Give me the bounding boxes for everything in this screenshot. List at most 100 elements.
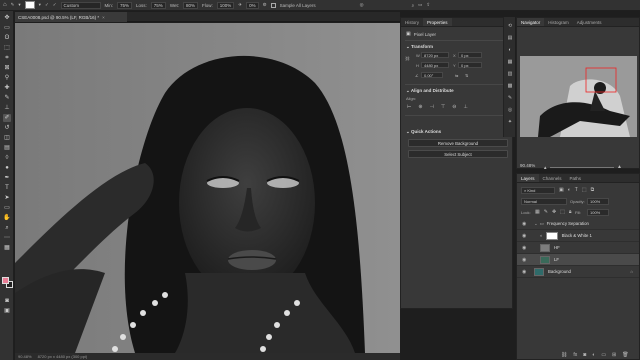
delete-layer-icon[interactable]: 🗑︎ bbox=[622, 352, 628, 358]
history-panel-icon[interactable]: ⟲ bbox=[507, 23, 513, 29]
search-icon[interactable]: ⌕ bbox=[412, 3, 415, 8]
navigator-thumbnail[interactable] bbox=[520, 56, 637, 137]
airbrush-icon[interactable]: ✈ bbox=[238, 2, 242, 8]
visibility-eye-icon[interactable]: ◉ bbox=[522, 257, 528, 263]
layer-row[interactable]: ◉ ◐ Black & White 1 bbox=[517, 230, 639, 242]
zoom-slider[interactable] bbox=[550, 167, 614, 168]
eraser-tool-icon[interactable]: ◫ bbox=[3, 134, 11, 142]
stamp-tool-icon[interactable]: ⊥ bbox=[3, 104, 11, 112]
gradients-panel-icon[interactable]: ▥ bbox=[507, 71, 513, 77]
document-canvas[interactable] bbox=[15, 23, 400, 353]
visibility-eye-icon[interactable]: ◉ bbox=[522, 269, 528, 275]
brush-settings-icon[interactable]: ▾ bbox=[18, 2, 20, 8]
edit-toolbar-icon[interactable]: ▦ bbox=[3, 244, 11, 252]
load-brush-icon[interactable]: ✓ bbox=[45, 2, 49, 8]
filter-adjustment-icon[interactable]: ◐ bbox=[568, 187, 571, 193]
opacity-field[interactable]: 100% bbox=[587, 198, 609, 205]
loss-field[interactable]: 75% bbox=[150, 1, 166, 9]
link-layers-icon[interactable]: ⛓ bbox=[561, 352, 567, 358]
frame-tool-icon[interactable]: ⊠ bbox=[3, 64, 11, 72]
smoothing-field[interactable]: 0% bbox=[246, 1, 259, 9]
layer-style-icon[interactable]: fx bbox=[573, 352, 577, 358]
tab-histogram[interactable]: Histogram bbox=[544, 18, 573, 26]
photoshop-home-icon[interactable]: ⌂ bbox=[3, 2, 7, 8]
quick-actions-section-title[interactable]: ⌄ Quick Actions bbox=[401, 129, 441, 135]
remove-background-button[interactable]: Remove Background bbox=[408, 139, 508, 147]
align-left-icon[interactable]: ⊢ bbox=[407, 104, 411, 110]
swatches-panel-icon[interactable]: ▦ bbox=[507, 59, 513, 65]
layer-row[interactable]: ◉ HF bbox=[517, 242, 639, 254]
visibility-eye-icon[interactable]: ◉ bbox=[522, 233, 528, 239]
link-icon[interactable]: ⛓ bbox=[405, 56, 410, 61]
brush-preset-icon[interactable]: ✎ bbox=[11, 2, 15, 8]
foreground-color-swatch[interactable] bbox=[2, 277, 9, 284]
settings-gear-icon[interactable]: ⚙ bbox=[263, 2, 267, 8]
filter-smart-icon[interactable]: ⧉ bbox=[591, 187, 595, 193]
align-center-h-icon[interactable]: ⊕ bbox=[418, 104, 422, 110]
align-right-icon[interactable]: ⊣ bbox=[430, 104, 434, 110]
layer-row-selected[interactable]: ◉ LF bbox=[517, 254, 639, 266]
flip-horizontal-icon[interactable]: ⇆ bbox=[455, 73, 458, 78]
share-icon[interactable]: ⇪ bbox=[426, 2, 430, 8]
artboard-tool-icon[interactable]: ▭ bbox=[3, 24, 11, 32]
history-brush-tool-icon[interactable]: ↺ bbox=[3, 124, 11, 132]
filter-shape-icon[interactable]: ⬚ bbox=[582, 187, 587, 193]
patterns-panel-icon[interactable]: ▩ bbox=[507, 83, 513, 89]
dodge-tool-icon[interactable]: ● bbox=[3, 164, 11, 172]
align-bottom-icon[interactable]: ⊥ bbox=[463, 104, 467, 110]
blur-tool-icon[interactable]: ◊ bbox=[3, 154, 11, 162]
gradient-tool-icon[interactable]: ▤ bbox=[3, 144, 11, 152]
color-swatch[interactable] bbox=[24, 1, 35, 9]
tab-channels[interactable]: Channels bbox=[539, 174, 566, 182]
layer-filter-select[interactable]: ⌕ Kind bbox=[521, 187, 555, 194]
new-group-icon[interactable]: ▭ bbox=[601, 352, 606, 358]
paths-panel-icon[interactable]: ✦ bbox=[507, 119, 513, 125]
spot-healing-tool-icon[interactable]: ✚ bbox=[3, 84, 11, 92]
crop-tool-icon[interactable]: ⌗ bbox=[3, 54, 11, 62]
close-tab-icon[interactable]: × bbox=[102, 15, 105, 20]
brush-mix-icon[interactable]: ✓ bbox=[53, 2, 57, 8]
hand-tool-icon[interactable]: ✋ bbox=[3, 214, 11, 222]
blend-mode-select[interactable]: Normal bbox=[521, 198, 567, 205]
select-subject-button[interactable]: Select Subject bbox=[408, 150, 508, 158]
lock-pixels-icon[interactable]: ✎ bbox=[544, 209, 548, 215]
x-field[interactable]: 0 px bbox=[458, 52, 482, 58]
zoom-tool-icon[interactable]: ⌕ bbox=[3, 224, 11, 232]
path-select-tool-icon[interactable]: ➤ bbox=[3, 194, 11, 202]
tab-layers[interactable]: Layers bbox=[517, 174, 539, 182]
pressure-icon[interactable]: ◎ bbox=[360, 2, 364, 8]
angle-field[interactable]: 0.00° bbox=[421, 72, 443, 78]
sample-all-layers-checkbox[interactable] bbox=[270, 2, 276, 8]
group-chevron-icon[interactable]: ⌄ bbox=[534, 221, 538, 227]
tab-adjustments[interactable]: Adjustments bbox=[573, 18, 606, 26]
color-panel-icon[interactable]: ◐ bbox=[507, 47, 513, 53]
filter-pixel-icon[interactable]: ▣ bbox=[559, 187, 564, 193]
tab-paths[interactable]: Paths bbox=[566, 174, 586, 182]
flow-field[interactable]: 100% bbox=[216, 1, 235, 9]
filter-type-icon[interactable]: T bbox=[575, 187, 578, 193]
screen-mode-icon[interactable]: ▣ bbox=[3, 307, 11, 315]
visibility-eye-icon[interactable]: ◉ bbox=[522, 245, 528, 251]
brush-tool-icon[interactable]: ✎ bbox=[3, 94, 11, 102]
channels-panel-icon[interactable]: ◎ bbox=[507, 107, 513, 113]
properties-panel-icon[interactable]: ▤ bbox=[507, 35, 513, 41]
lock-position-icon[interactable]: ✥ bbox=[552, 209, 556, 215]
document-tab[interactable]: CSEA0008.psd @ 90.5% (LF, RGB/16) * × bbox=[15, 12, 127, 22]
move-tool-icon[interactable]: ✥ bbox=[3, 14, 11, 22]
flip-vertical-icon[interactable]: ⇅ bbox=[465, 73, 468, 78]
mixer-brush-tool-icon[interactable]: ✐ bbox=[3, 114, 11, 122]
pen-tool-icon[interactable]: ✒ bbox=[3, 174, 11, 182]
y-field[interactable]: 0 px bbox=[458, 62, 482, 68]
fill-field[interactable]: 100% bbox=[587, 209, 609, 216]
navigator-zoom[interactable]: 90.48% bbox=[520, 163, 535, 168]
lock-all-icon[interactable]: 🔒︎ bbox=[569, 209, 572, 215]
brushes-panel-icon[interactable]: ✎ bbox=[507, 95, 513, 101]
align-top-icon[interactable]: ⊤ bbox=[441, 104, 445, 110]
visibility-eye-icon[interactable]: ◉ bbox=[522, 221, 528, 227]
mode-select[interactable]: Custom bbox=[60, 1, 101, 9]
tab-history[interactable]: History bbox=[401, 18, 423, 26]
eyedropper-tool-icon[interactable]: ⚲ bbox=[3, 74, 11, 82]
layer-mask-thumbnail[interactable] bbox=[545, 231, 558, 240]
align-section-title[interactable]: ⌄ Align and Distribute bbox=[401, 88, 454, 94]
height-field[interactable]: 4480 px bbox=[421, 62, 449, 68]
